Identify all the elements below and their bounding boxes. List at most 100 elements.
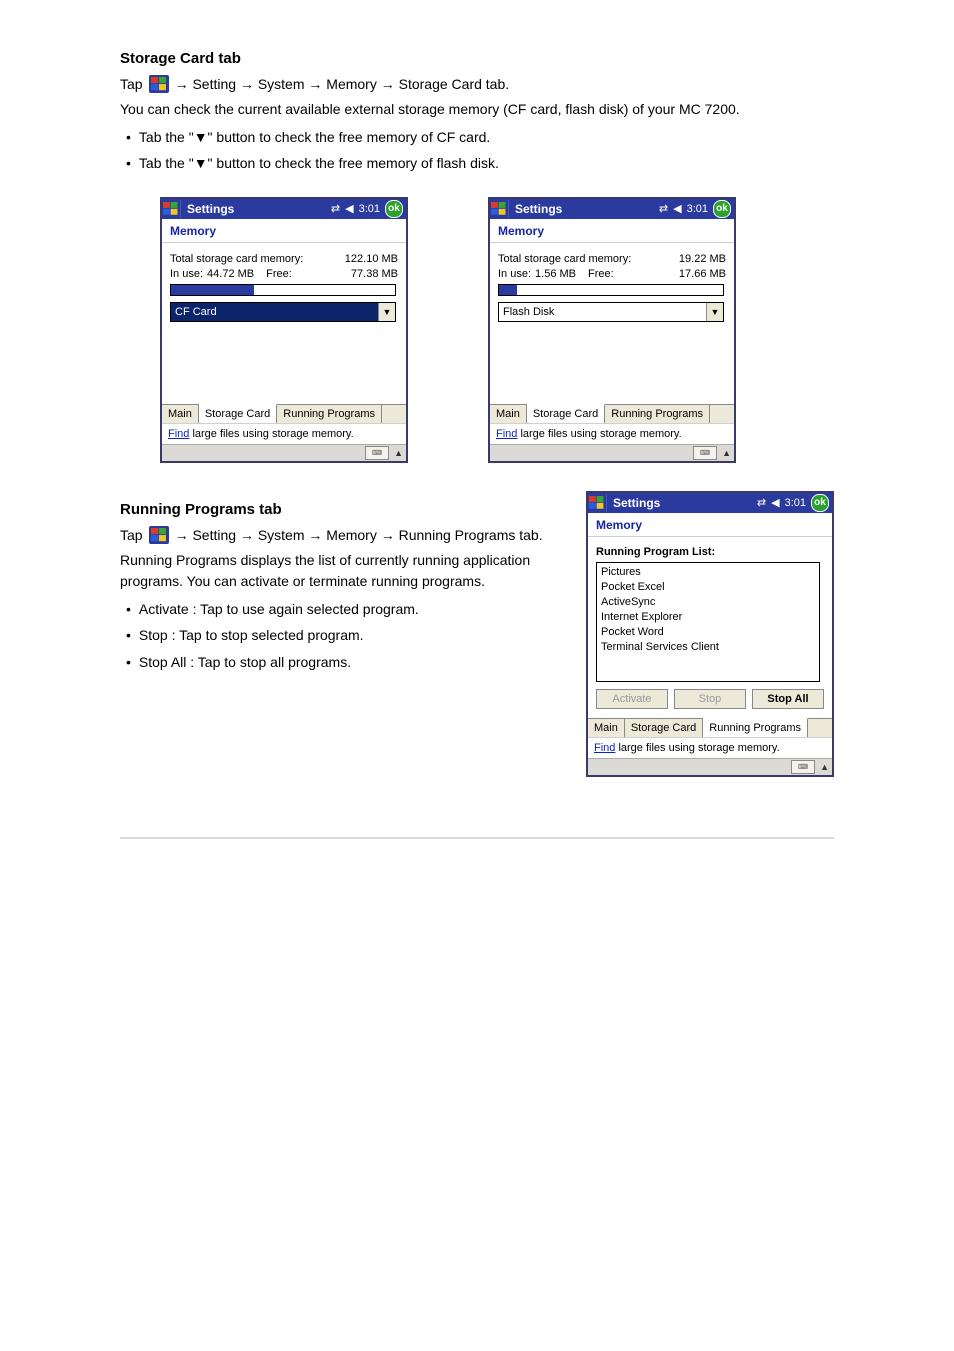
page-heading: Memory: [490, 219, 734, 243]
storage-select[interactable]: Flash Disk ▼: [498, 302, 724, 322]
tab-main[interactable]: Main: [162, 405, 199, 423]
intro-path-2: → Setting → System → Memory → Running Pr…: [175, 527, 543, 543]
find-rest: large files using storage memory.: [615, 742, 779, 754]
bullet-flash: Tab the "▼" button to check the free mem…: [138, 152, 834, 174]
volume-icon[interactable]: ◀: [673, 202, 681, 215]
intro-para-1: You can check the current available exte…: [120, 99, 834, 120]
start-icon[interactable]: [490, 200, 509, 218]
find-link[interactable]: Find: [168, 428, 189, 440]
find-row: Find large files using storage memory.: [588, 737, 832, 758]
page-heading: Memory: [162, 219, 406, 243]
menu-up-icon[interactable]: ▲: [817, 762, 832, 772]
intro-tap-1: Tap: [120, 76, 143, 92]
start-icon[interactable]: [588, 494, 607, 512]
titlebar: Settings ⇄ ◀ 3:01 ok: [588, 493, 832, 513]
tab-storage-card[interactable]: Storage Card: [527, 404, 605, 423]
inuse-value: 44.72 MB: [207, 268, 254, 280]
tab-storage-card[interactable]: Storage Card: [625, 719, 703, 737]
ok-button[interactable]: ok: [713, 200, 731, 218]
stop-button[interactable]: Stop: [674, 689, 746, 709]
total-value: 122.10 MB: [330, 253, 398, 265]
page-heading: Memory: [588, 513, 832, 537]
volume-icon[interactable]: ◀: [771, 496, 779, 509]
titlebar: Settings ⇄ ◀ 3:01 ok: [162, 199, 406, 219]
clock-time: 3:01: [359, 203, 380, 215]
intro-row-1: Tap → Setting → System → Memory → Storag…: [120, 75, 834, 93]
clock-time: 3:01: [785, 497, 806, 509]
find-row: Find large files using storage memory.: [490, 423, 734, 444]
total-label: Total storage card memory:: [498, 253, 631, 265]
list-item[interactable]: ActiveSync: [601, 595, 815, 610]
footer-divider: [120, 837, 834, 839]
tab-running-programs[interactable]: Running Programs: [605, 405, 710, 423]
free-value: 17.66 MB: [658, 268, 726, 280]
keyboard-icon[interactable]: ⌨: [791, 760, 815, 774]
list-item[interactable]: Pictures: [601, 565, 815, 580]
inuse-value: 1.56 MB: [535, 268, 576, 280]
start-icon: [149, 75, 169, 93]
screenshot-running-programs: Settings ⇄ ◀ 3:01 ok Memory Running Prog…: [586, 491, 834, 777]
tab-storage-card[interactable]: Storage Card: [199, 404, 277, 423]
free-label: Free:: [266, 268, 292, 280]
tab-running-programs[interactable]: Running Programs: [277, 405, 382, 423]
free-value: 77.38 MB: [330, 268, 398, 280]
clock-time: 3:01: [687, 203, 708, 215]
screenshot-flash-disk: Settings ⇄ ◀ 3:01 ok Memory Total storag…: [488, 197, 736, 463]
menu-up-icon[interactable]: ▲: [391, 448, 406, 458]
storage-select[interactable]: CF Card ▼: [170, 302, 396, 322]
find-link[interactable]: Find: [594, 742, 615, 754]
running-program-list[interactable]: Pictures Pocket Excel ActiveSync Interne…: [596, 562, 820, 682]
bottom-bar: ⌨ ▲: [490, 444, 734, 461]
tab-main[interactable]: Main: [588, 719, 625, 737]
find-row: Find large files using storage memory.: [162, 423, 406, 444]
find-link[interactable]: Find: [496, 428, 517, 440]
list-item[interactable]: Pocket Excel: [601, 580, 815, 595]
tab-main[interactable]: Main: [490, 405, 527, 423]
keyboard-icon[interactable]: ⌨: [693, 446, 717, 460]
usage-bar: [170, 284, 396, 296]
start-icon[interactable]: [162, 200, 181, 218]
bullet-activate: Activate : Tap to use again selected pro…: [138, 598, 546, 620]
bottom-bar: ⌨ ▲: [588, 758, 832, 775]
intro-path-1: → Setting → System → Memory → Storage Ca…: [175, 76, 510, 92]
connectivity-icon[interactable]: ⇄: [757, 496, 766, 509]
window-title: Settings: [509, 202, 659, 216]
free-label: Free:: [588, 268, 614, 280]
storage-select-value: CF Card: [171, 303, 378, 321]
list-item[interactable]: Pocket Word: [601, 625, 815, 640]
find-rest: large files using storage memory.: [517, 428, 681, 440]
list-item[interactable]: Internet Explorer: [601, 610, 815, 625]
connectivity-icon[interactable]: ⇄: [331, 202, 340, 215]
connectivity-icon[interactable]: ⇄: [659, 202, 668, 215]
storage-select-value: Flash Disk: [499, 303, 706, 321]
find-rest: large files using storage memory.: [189, 428, 353, 440]
intro-tap-2: Tap: [120, 527, 143, 543]
list-item[interactable]: Terminal Services Client: [601, 640, 815, 655]
chevron-down-icon[interactable]: ▼: [706, 303, 723, 321]
titlebar: Settings ⇄ ◀ 3:01 ok: [490, 199, 734, 219]
keyboard-icon[interactable]: ⌨: [365, 446, 389, 460]
section-title-storage-card: Storage Card tab: [120, 50, 834, 67]
bullet-stopall: Stop All : Tap to stop all programs.: [138, 651, 546, 673]
volume-icon[interactable]: ◀: [345, 202, 353, 215]
window-title: Settings: [607, 496, 757, 510]
start-icon: [149, 526, 169, 544]
total-value: 19.22 MB: [658, 253, 726, 265]
running-list-title: Running Program List:: [596, 544, 824, 562]
activate-button[interactable]: Activate: [596, 689, 668, 709]
bullet-cf: Tab the "▼" button to check the free mem…: [138, 126, 834, 148]
inuse-label: In use:: [498, 268, 531, 280]
intro-para-2: Running Programs displays the list of cu…: [120, 550, 546, 592]
intro-row-2: Tap → Setting → System → Memory → Runnin…: [120, 526, 546, 544]
bottom-bar: ⌨ ▲: [162, 444, 406, 461]
chevron-down-icon[interactable]: ▼: [378, 303, 395, 321]
window-title: Settings: [181, 202, 331, 216]
menu-up-icon[interactable]: ▲: [719, 448, 734, 458]
ok-button[interactable]: ok: [811, 494, 829, 512]
ok-button[interactable]: ok: [385, 200, 403, 218]
bullet-stop: Stop : Tap to stop selected program.: [138, 624, 546, 646]
stop-all-button[interactable]: Stop All: [752, 689, 824, 709]
inuse-label: In use:: [170, 268, 203, 280]
tab-running-programs[interactable]: Running Programs: [703, 718, 808, 737]
screenshot-cf-card: Settings ⇄ ◀ 3:01 ok Memory Total storag…: [160, 197, 408, 463]
